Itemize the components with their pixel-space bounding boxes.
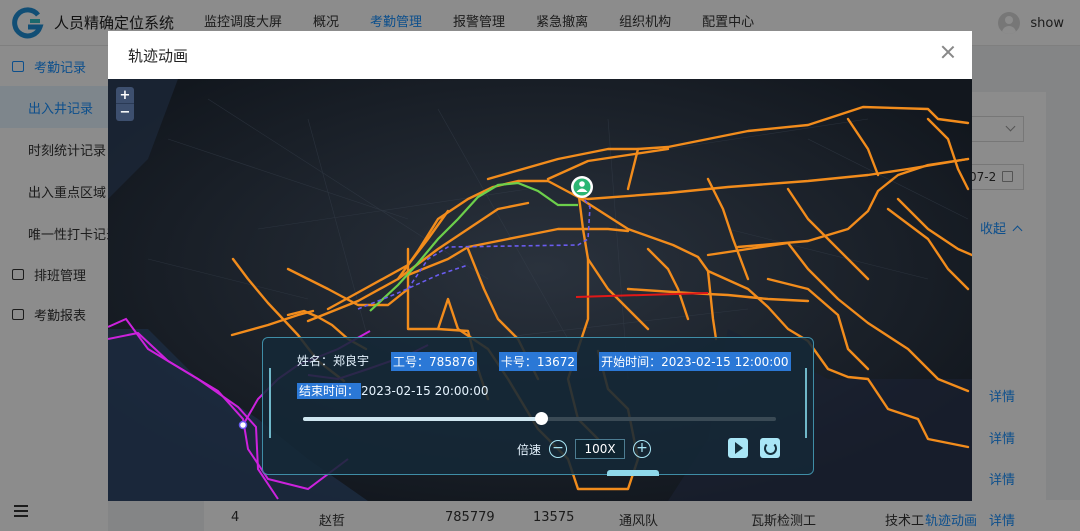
- person-location-marker-icon[interactable]: [571, 176, 593, 198]
- speed-label: 倍速: [517, 442, 542, 457]
- speed-increase-button[interactable]: +: [633, 440, 652, 458]
- panel-edge-decoration: [805, 368, 807, 438]
- playback-control-panel: 姓名：郑良宇 工号：785876 卡号：13672 开始时间：2023-02-1…: [262, 337, 814, 476]
- track-start-point: [238, 420, 248, 430]
- start-time: 开始时间：2023-02-15 12:00:00: [599, 352, 791, 371]
- track-animation-modal: 轨迹动画 + − 姓名：郑良宇 工号：785876 卡号：13672 开始时间：…: [108, 31, 972, 501]
- modal-title: 轨迹动画: [128, 46, 189, 65]
- modal-header: 轨迹动画: [108, 31, 972, 79]
- speed-decrease-button[interactable]: −: [549, 440, 568, 458]
- speed-value-input[interactable]: 100X: [575, 439, 626, 459]
- panel-toggle-tab[interactable]: [607, 470, 659, 476]
- close-icon[interactable]: [940, 44, 956, 60]
- person-card-number: 卡号：13672: [498, 352, 578, 371]
- end-time: 结束时间： 2023-02-15 20:00:00: [297, 383, 489, 399]
- panel-edge-decoration: [269, 368, 271, 438]
- person-job-number: 工号：785876: [391, 352, 477, 371]
- zoom-in-button[interactable]: +: [116, 87, 134, 104]
- replay-icon[interactable]: [760, 438, 780, 458]
- play-icon[interactable]: [728, 438, 748, 458]
- slider-fill: [303, 417, 541, 421]
- slider-handle[interactable]: [534, 412, 548, 425]
- person-name: 姓名：郑良宇: [297, 354, 370, 368]
- map-zoom-control: + −: [116, 87, 134, 121]
- speed-control: 倍速 − 100X +: [517, 439, 659, 459]
- person-info-row: 姓名：郑良宇 工号：785876 卡号：13672 开始时间：2023-02-1…: [297, 352, 813, 371]
- zoom-out-button[interactable]: −: [116, 104, 134, 121]
- track-map[interactable]: + − 姓名：郑良宇 工号：785876 卡号：13672 开始时间：2023-…: [108, 79, 972, 501]
- playback-progress-slider[interactable]: [303, 412, 776, 425]
